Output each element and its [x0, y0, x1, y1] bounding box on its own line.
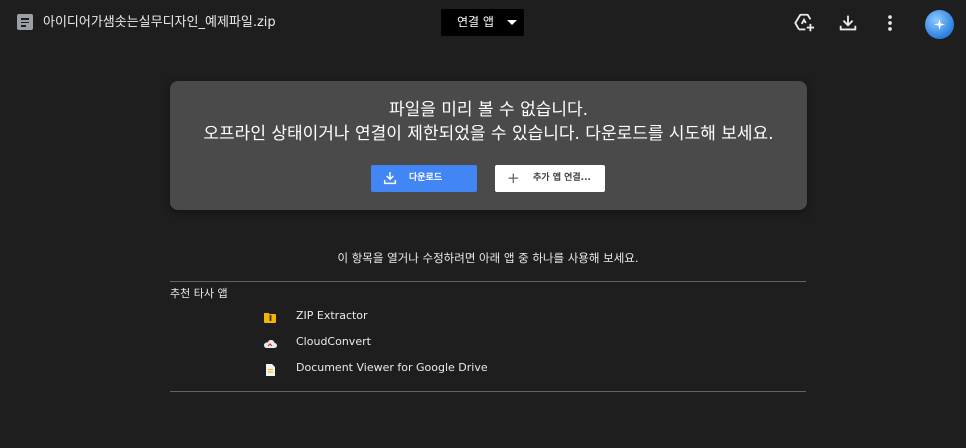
account-avatar[interactable] [925, 10, 954, 39]
offline-message: 오프라인 상태이거나 연결이 제한되었을 수 있습니다. 다운로드를 시도해 보… [203, 124, 774, 144]
add-to-drive-icon[interactable] [793, 12, 815, 34]
download-label: 다운로드 [409, 173, 443, 183]
connect-more-apps-label: 추가 앱 연결... [533, 173, 591, 183]
divider [170, 391, 806, 392]
app-name: Document Viewer for Google Drive [296, 361, 488, 374]
more-vert-icon[interactable] [879, 12, 901, 34]
recommended-apps-label: 추천 타사 앱 [170, 287, 228, 300]
plus-icon: + [507, 169, 520, 187]
download-button[interactable]: 다운로드 [371, 165, 477, 192]
download-icon[interactable] [837, 12, 859, 34]
connect-more-apps-button[interactable]: + 추가 앱 연결... [495, 165, 605, 192]
download-icon [383, 172, 397, 185]
open-with-hint: 이 항목을 열거나 수정하려면 아래 앱 중 하나를 사용해 보세요. [337, 251, 639, 265]
open-with-button[interactable]: 연결 앱 [441, 9, 524, 36]
preview-unavailable-message: 파일을 미리 볼 수 없습니다. [388, 100, 589, 120]
file-title: 아이디어가샘솟는실무디자인_예제파일.zip [43, 15, 276, 30]
app-name: ZIP Extractor [296, 309, 368, 322]
preview-unavailable-card: 파일을 미리 볼 수 없습니다. 오프라인 상태이거나 연결이 제한되었을 수 … [170, 81, 807, 210]
top-bar: 아이디어가샘솟는실무디자인_예제파일.zip 연결 앱 [0, 0, 966, 46]
zip-extractor-icon [263, 310, 277, 324]
divider [170, 281, 806, 282]
document-viewer-icon [263, 362, 277, 376]
file-document-icon [17, 14, 33, 30]
chevron-down-icon [507, 20, 517, 25]
app-name: CloudConvert [296, 335, 371, 348]
open-with-label: 연결 앱 [457, 15, 494, 29]
cloudconvert-icon [263, 336, 277, 350]
